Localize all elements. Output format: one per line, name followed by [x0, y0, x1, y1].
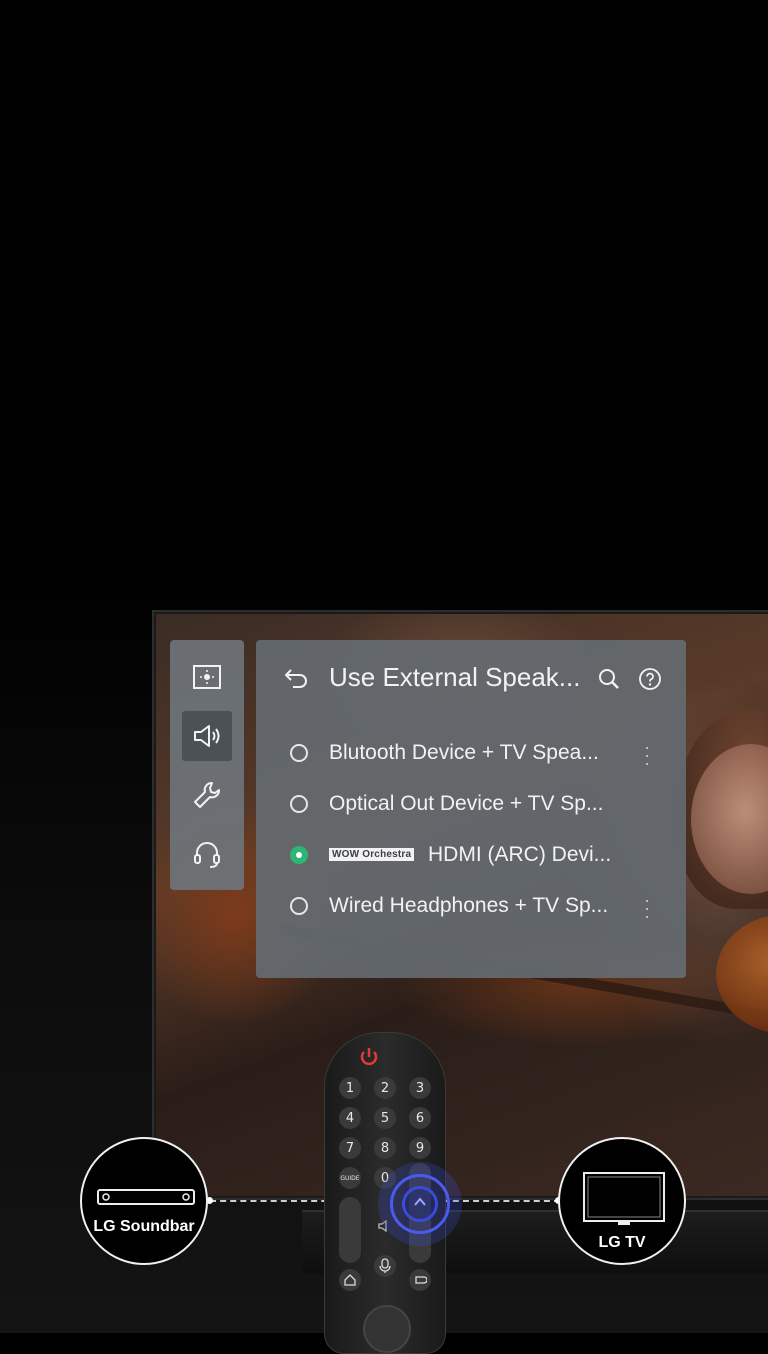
more-options-icon[interactable]: · · · [644, 891, 650, 925]
wrench-icon [194, 782, 220, 808]
option-optical[interactable]: Optical Out Device + TV Sp... [286, 786, 666, 826]
key-6[interactable]: 6 [409, 1107, 431, 1129]
key-9[interactable]: 9 [409, 1137, 431, 1159]
search-button[interactable] [596, 666, 622, 692]
sidebar-item-general[interactable] [182, 770, 232, 820]
help-icon [639, 668, 661, 690]
soundbar-label: LG Soundbar [93, 1218, 195, 1235]
home-icon [344, 1274, 356, 1286]
option-wired-headphones[interactable]: Wired Headphones + TV Sp... · · · [286, 888, 666, 928]
sidebar-item-sound[interactable] [182, 711, 232, 761]
option-label: Wired Headphones + TV Sp... [329, 894, 609, 917]
scroll-wheel[interactable] [363, 1305, 411, 1353]
radio-button[interactable] [290, 744, 308, 762]
settings-sidebar [170, 640, 244, 890]
input-button[interactable] [409, 1269, 431, 1291]
key-4[interactable]: 4 [339, 1107, 361, 1129]
volume-rocker[interactable] [339, 1197, 361, 1263]
voice-button[interactable] [374, 1255, 396, 1277]
key-1[interactable]: 1 [339, 1077, 361, 1099]
speaker-icon [194, 725, 220, 747]
soundbar-icon [97, 1189, 195, 1205]
key-2[interactable]: 2 [374, 1077, 396, 1099]
back-icon [285, 669, 307, 688]
help-button[interactable] [637, 666, 663, 692]
soundbar-badge: LG Soundbar [80, 1137, 208, 1265]
back-button[interactable] [282, 664, 310, 692]
more-options-icon[interactable]: · · · [644, 738, 650, 772]
radio-button[interactable] [290, 795, 308, 813]
option-label: HDMI (ARC) Devi... [428, 843, 612, 866]
input-icon [415, 1276, 427, 1284]
headset-icon [194, 842, 220, 868]
tv-icon [583, 1172, 665, 1225]
power-icon[interactable] [358, 1046, 380, 1068]
search-icon [599, 669, 619, 689]
up-button[interactable] [402, 1186, 438, 1222]
violin [716, 914, 768, 1034]
tv-label: LG TV [598, 1234, 646, 1251]
option-label: Blutooth Device + TV Spea... [329, 741, 599, 764]
key-3[interactable]: 3 [409, 1077, 431, 1099]
key-8[interactable]: 8 [374, 1137, 396, 1159]
guide-button[interactable]: GUIDE [339, 1167, 361, 1189]
home-button[interactable] [339, 1269, 361, 1291]
key-5[interactable]: 5 [374, 1107, 396, 1129]
option-label: Optical Out Device + TV Sp... [329, 792, 604, 815]
key-7[interactable]: 7 [339, 1137, 361, 1159]
wow-orchestra-badge: WOW Orchestra [329, 848, 415, 861]
speaker-settings-panel: Use External Speak... Blutooth Device + … [256, 640, 686, 978]
option-bluetooth[interactable]: Blutooth Device + TV Spea... · · · [286, 735, 666, 775]
panel-title: Use External Speak... [329, 662, 581, 692]
option-hdmi-arc[interactable]: WOW Orchestra HDMI (ARC) Devi... [286, 837, 666, 877]
radio-button[interactable] [290, 897, 308, 915]
radio-button-selected[interactable] [290, 846, 308, 864]
microphone-icon [379, 1258, 391, 1273]
sidebar-item-support[interactable] [182, 829, 232, 879]
picture-icon [193, 665, 221, 689]
sidebar-item-picture[interactable] [182, 652, 232, 702]
chevron-up-icon [414, 1197, 426, 1206]
tv-badge: LG TV [558, 1137, 686, 1265]
